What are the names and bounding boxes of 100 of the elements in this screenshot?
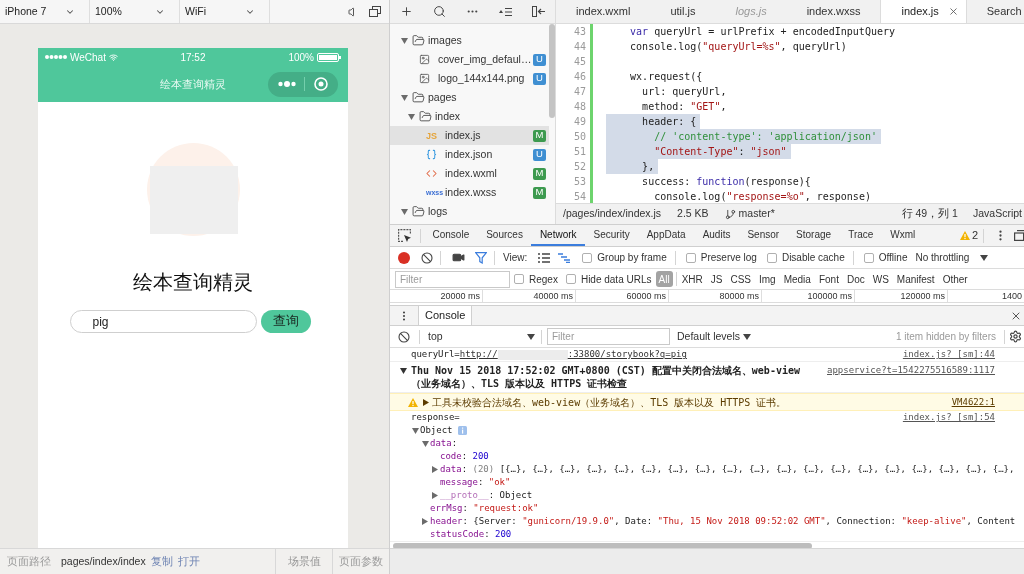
type-filter[interactable]: XHR	[678, 271, 706, 287]
cursor-position[interactable]: 行 49，列 1	[901, 206, 958, 222]
throttling-dropdown[interactable]: No throttling	[915, 250, 989, 265]
line-number: 44	[573, 40, 586, 54]
devtools-tab[interactable]: Network	[531, 225, 586, 246]
type-filter[interactable]: Manifest	[893, 271, 938, 287]
triangle-right-icon[interactable]	[432, 466, 438, 473]
clear-console-icon[interactable]	[398, 330, 410, 343]
property-text: __proto__: Object	[440, 489, 533, 502]
window-icon[interactable]	[369, 6, 381, 17]
devtools-tab[interactable]: Sources	[477, 225, 532, 246]
devtools-tab[interactable]: Storage	[787, 225, 840, 246]
source-link[interactable]: VM4622:1	[943, 395, 995, 409]
filter-icon[interactable]	[475, 251, 487, 264]
dock-icon[interactable]	[1014, 230, 1024, 241]
checkbox[interactable]	[766, 252, 777, 263]
more-dots-icon[interactable]	[278, 81, 296, 87]
group-title: Thu Nov 15 2018 17:52:02 GMT+0800 (CST) 配置中关闭合法域名、web-view（业务域名）、TLS 版本以及 HTTPS 证书检查	[411, 364, 801, 390]
waterfall-icon[interactable]	[558, 252, 571, 263]
path-action-link[interactable]: 复制	[150, 553, 173, 570]
checkbox-label[interactable]: Preserve log	[700, 250, 757, 265]
folder-icon	[412, 34, 425, 47]
devtools-tab[interactable]: Audits	[694, 225, 739, 246]
checkbox-label[interactable]: Offline	[878, 250, 908, 265]
file-tree-item[interactable]: index.wxml M	[390, 164, 549, 183]
folder-icon	[412, 205, 425, 218]
property-text: header: {Server: "gunicorn/19.9.0", Date: "Thu, 15 Nov 2018 09:52:02 GMT", Connection: "keep-alive", Content	[430, 515, 1016, 528]
type-filter[interactable]: Font	[815, 271, 842, 287]
editor-tab[interactable]: Search	[966, 0, 1024, 23]
status-time: 17:52	[180, 50, 206, 65]
context-select[interactable]: top	[424, 326, 541, 347]
devtools-tab[interactable]: Trace	[839, 225, 882, 246]
file-tree-item[interactable]: cover_img_defaul… U	[390, 50, 549, 69]
file-tree-item[interactable]: index.json U	[390, 145, 549, 164]
checkbox[interactable]	[685, 252, 696, 263]
file-tree-item[interactable]: JS index.js M	[390, 126, 549, 145]
checkbox-label[interactable]: Group by frame	[597, 250, 667, 265]
drawer-tab[interactable]: Console	[418, 306, 473, 325]
js-file-icon: JS	[426, 130, 437, 141]
triangle-right-icon[interactable]	[432, 492, 438, 499]
add-icon[interactable]	[400, 5, 413, 18]
checkbox-label[interactable]: Regex	[529, 271, 558, 287]
editor-tab[interactable]: util.js	[650, 0, 716, 23]
list-icon[interactable]	[499, 6, 512, 17]
type-filter[interactable]: JS	[707, 271, 726, 287]
type-filter[interactable]: Doc	[843, 271, 868, 287]
checkbox[interactable]	[582, 252, 593, 263]
levels-dropdown[interactable]: Default levels	[677, 328, 752, 345]
close-circle-icon[interactable]	[314, 77, 328, 91]
list-view-icon[interactable]	[538, 252, 551, 263]
devtools-tab[interactable]: Security	[585, 225, 639, 246]
devtools-tab[interactable]: Console	[424, 225, 478, 246]
file-tree-item[interactable]: index	[390, 107, 549, 126]
carrier-name: WeChat	[70, 50, 106, 65]
devtools-tab[interactable]: Wxml	[881, 225, 924, 246]
toolbar-dropdown[interactable]: 100%	[90, 0, 180, 23]
devtools-tab[interactable]: AppData	[638, 225, 695, 246]
video-camera-icon[interactable]	[452, 251, 465, 264]
clear-icon[interactable]	[421, 251, 433, 264]
path-action-link[interactable]: 打开	[177, 553, 200, 570]
search-button[interactable]: 查询	[260, 310, 311, 333]
braces-file-icon	[426, 149, 437, 160]
file-tree-item[interactable]: logo_144x144.png U	[390, 69, 549, 88]
editor-tab[interactable]: index.wxss	[786, 0, 881, 23]
type-filter[interactable]: Media	[780, 271, 814, 287]
checkbox[interactable]	[565, 274, 576, 284]
toolbar-dropdown[interactable]: WiFi	[180, 0, 270, 23]
line-number: 52	[573, 160, 586, 174]
type-filter[interactable]: Img	[756, 271, 779, 287]
checkbox[interactable]	[514, 274, 524, 284]
search-icon[interactable]	[433, 5, 446, 18]
devtools-tab[interactable]: Sensor	[738, 225, 788, 246]
source-link[interactable]: index.js? [sm]:44	[894, 348, 995, 361]
checkbox-label[interactable]: Disable cache	[781, 250, 845, 265]
file-tree-item[interactable]: logs	[390, 202, 549, 221]
panel-arrow-icon[interactable]	[532, 6, 545, 17]
close-icon[interactable]	[947, 6, 959, 17]
url-link[interactable]: http:// :33800/storybook?q=pig	[459, 348, 687, 361]
checkbox[interactable]	[863, 252, 874, 263]
file-tree-item[interactable]: images	[390, 31, 549, 50]
type-filter[interactable]: CSS	[727, 271, 754, 287]
warning-icon	[959, 231, 970, 240]
checkbox-label[interactable]: Hide data URLs	[580, 271, 652, 287]
type-filter[interactable]: Other	[939, 271, 971, 287]
triangle-down-icon[interactable]	[400, 367, 407, 374]
file-tree-item[interactable]: pages	[390, 88, 549, 107]
source-link[interactable]: appservice?t=1542275516589:1117	[819, 364, 995, 377]
warning-count[interactable]: 2	[971, 227, 978, 244]
type-filter[interactable]: WS	[869, 271, 892, 287]
editor-tab[interactable]: index.wxml	[556, 0, 651, 23]
branch-button[interactable]: master*	[724, 206, 775, 222]
language-mode[interactable]: JavaScript	[972, 206, 1022, 222]
inspect-icon[interactable]	[398, 229, 411, 242]
triangle-right-icon[interactable]	[423, 398, 429, 406]
record-icon[interactable]	[398, 251, 410, 264]
editor-tab[interactable]: index.js	[880, 0, 967, 23]
triangle-right-icon[interactable]	[422, 518, 428, 525]
settings-icon[interactable]	[1009, 330, 1022, 343]
toolbar-dropdown[interactable]: iPhone 7	[0, 0, 90, 23]
source-link[interactable]: index.js? [sm]:54	[894, 411, 995, 424]
